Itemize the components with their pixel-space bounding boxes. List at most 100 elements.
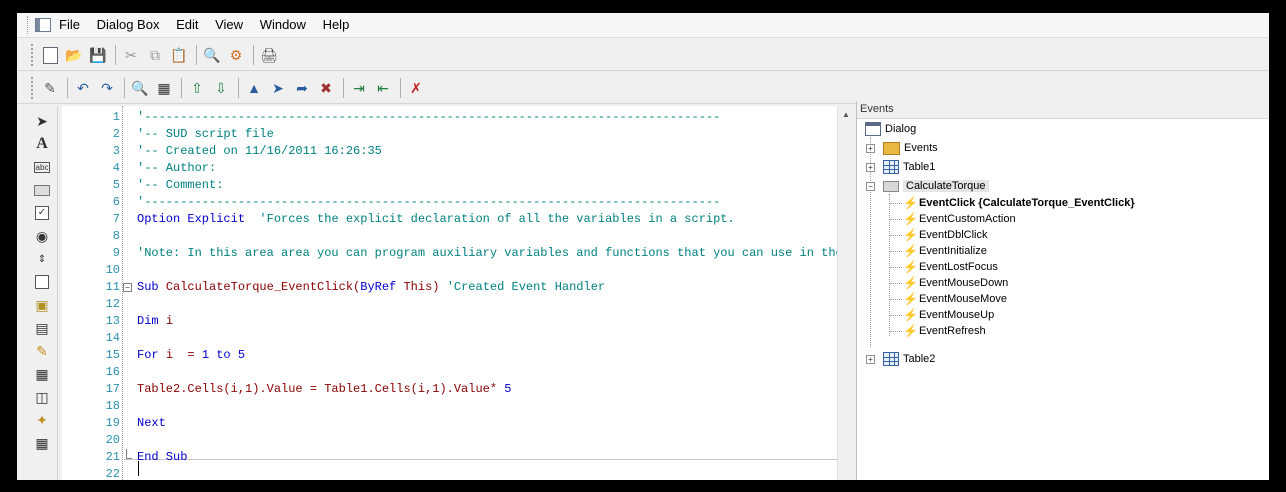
- spinner-icon[interactable]: ⇕: [33, 250, 51, 268]
- clear-bookmarks-icon[interactable]: ✖: [315, 77, 337, 99]
- save-icon[interactable]: 💾: [87, 44, 109, 66]
- code-line[interactable]: 11− Sub CalculateTorque_EventClick(ByRef …: [62, 279, 837, 296]
- code-line[interactable]: 20: [62, 432, 837, 449]
- code-line[interactable]: 13 Dim i: [62, 313, 837, 330]
- tree-node-event-click[interactable]: ⚡EventClick {CalculateTorque_EventClick}: [903, 195, 1135, 211]
- next-bookmark-icon[interactable]: ➤: [267, 77, 289, 99]
- tree-node-event[interactable]: ⚡EventRefresh: [903, 323, 986, 339]
- script-editor[interactable]: 1 '--------------------------------------…: [62, 106, 856, 480]
- tree-node-event[interactable]: ⚡EventInitialize: [903, 243, 987, 259]
- step-into-icon[interactable]: ⇩: [210, 77, 232, 99]
- pointer-icon[interactable]: ➤: [33, 112, 51, 130]
- code-line[interactable]: 21 End Sub: [62, 449, 837, 466]
- prev-bookmark-icon[interactable]: ➦: [291, 77, 313, 99]
- line-number: 5: [112, 178, 120, 192]
- expand-events-icon[interactable]: +: [866, 144, 875, 153]
- collapse-calculate-torque-icon[interactable]: −: [866, 182, 875, 191]
- code-line[interactable]: 6 '--------------------------------------…: [62, 194, 837, 211]
- menu-dialog-box[interactable]: Dialog Box: [97, 17, 160, 32]
- tree-node-event[interactable]: ⚡EventCustomAction: [903, 211, 1016, 227]
- property-icon[interactable]: ✦: [33, 411, 51, 429]
- code-line[interactable]: 8: [62, 228, 837, 245]
- chart-icon[interactable]: ▦: [33, 365, 51, 383]
- delete-icon[interactable]: ✗: [405, 77, 427, 99]
- code-line[interactable]: 22: [62, 466, 837, 480]
- code-text: Option Explicit 'Forces the explicit dec…: [137, 211, 735, 228]
- image-icon[interactable]: ▣: [33, 296, 51, 314]
- table-icon[interactable]: ◫: [33, 388, 51, 406]
- preview-icon[interactable]: 🔍: [201, 44, 223, 66]
- tree-label-table2: Table2: [903, 353, 936, 365]
- code-area[interactable]: 1 '--------------------------------------…: [62, 106, 837, 480]
- tree-node-calculate-torque[interactable]: CalculateTorque: [883, 178, 989, 194]
- code-token: Next: [137, 416, 166, 430]
- editor-vertical-scrollbar[interactable]: ▲: [837, 106, 856, 480]
- tree-node-event[interactable]: ⚡EventMouseUp: [903, 307, 994, 323]
- print-icon[interactable]: 🖨: [258, 44, 280, 66]
- tree-node-events[interactable]: Events: [883, 140, 938, 156]
- menu-view[interactable]: View: [215, 17, 243, 32]
- menu-help[interactable]: Help: [323, 17, 350, 32]
- replace-icon[interactable]: ▦: [153, 77, 175, 99]
- menu-file[interactable]: File: [59, 17, 80, 32]
- code-line[interactable]: 4 '-- Author:: [62, 160, 837, 177]
- expand-table1-icon[interactable]: +: [866, 163, 875, 172]
- bookmark-icon[interactable]: ▲: [243, 77, 265, 99]
- expand-table2-icon[interactable]: +: [866, 355, 875, 364]
- text-icon[interactable]: A: [33, 135, 51, 153]
- line-number: 19: [105, 416, 120, 430]
- code-line[interactable]: 12: [62, 296, 837, 313]
- radio-icon[interactable]: ◉: [33, 227, 51, 245]
- copy-icon[interactable]: ⧉: [144, 44, 166, 66]
- grid-icon[interactable]: ▦: [33, 434, 51, 452]
- tree-node-table1[interactable]: Table1: [883, 159, 935, 175]
- code-line[interactable]: 1 '--------------------------------------…: [62, 109, 837, 126]
- paste-icon[interactable]: 📋: [168, 44, 190, 66]
- code-line[interactable]: 19 Next: [62, 415, 837, 432]
- code-line[interactable]: 9 'Note: In this area area you can progra…: [62, 245, 837, 262]
- list-icon[interactable]: ▤: [33, 319, 51, 337]
- tree-node-event[interactable]: ⚡EventDblClick: [903, 227, 987, 243]
- fold-toggle-icon[interactable]: −: [123, 283, 132, 292]
- tree-node-event[interactable]: ⚡EventMouseDown: [903, 275, 1008, 291]
- checkbox-icon[interactable]: ✓: [33, 204, 51, 222]
- scroll-up-arrow-icon[interactable]: ▲: [842, 110, 850, 119]
- find-icon[interactable]: 🔍: [129, 77, 151, 99]
- run-icon[interactable]: ⚙: [225, 44, 247, 66]
- label-icon[interactable]: abc: [33, 158, 51, 176]
- frame-icon[interactable]: [33, 273, 51, 291]
- code-line[interactable]: 18: [62, 398, 837, 415]
- tree-node-table2[interactable]: Table2: [883, 351, 935, 367]
- undo-icon[interactable]: ↶: [72, 77, 94, 99]
- outdent-icon[interactable]: ⇤: [372, 77, 394, 99]
- lightning-icon: ⚡: [903, 308, 918, 323]
- indent-icon[interactable]: ⇥: [348, 77, 370, 99]
- code-line[interactable]: 7 Option Explicit 'Forces the explicit de…: [62, 211, 837, 228]
- redo-icon[interactable]: ↷: [96, 77, 118, 99]
- menu-edit[interactable]: Edit: [176, 17, 198, 32]
- edit-icon[interactable]: ✎: [39, 77, 61, 99]
- tree-label-event: EventMouseDown: [919, 277, 1009, 289]
- menu-window[interactable]: Window: [260, 17, 306, 32]
- cut-icon[interactable]: ✂: [120, 44, 142, 66]
- code-line[interactable]: 5 '-- Comment:: [62, 177, 837, 194]
- code-line[interactable]: 10: [62, 262, 837, 279]
- code-line[interactable]: 16: [62, 364, 837, 381]
- toolbar-separator: [67, 78, 68, 98]
- button-icon[interactable]: [33, 181, 51, 199]
- code-token: 5: [237, 348, 246, 362]
- code-line[interactable]: 17 Table2.Cells(i,1).Value = Table1.Cells…: [62, 381, 837, 398]
- step-out-icon[interactable]: ⇧: [186, 77, 208, 99]
- tree-branch: [890, 299, 902, 300]
- tree-node-dialog[interactable]: Dialog: [865, 121, 916, 137]
- new-icon[interactable]: [39, 44, 61, 66]
- tree-node-event[interactable]: ⚡EventLostFocus: [903, 259, 998, 275]
- open-icon[interactable]: 📂: [63, 44, 85, 66]
- tree-node-event[interactable]: ⚡EventMouseMove: [903, 291, 1007, 307]
- code-line[interactable]: 15 For i = 1 to 5: [62, 347, 837, 364]
- code-line[interactable]: 14: [62, 330, 837, 347]
- line-number: 8: [112, 229, 120, 243]
- code-line[interactable]: 3 '-- Created on 11/16/2011 16:26:35: [62, 143, 837, 160]
- code-line[interactable]: 2 '-- SUD script file: [62, 126, 837, 143]
- edit-icon[interactable]: ✎: [33, 342, 51, 360]
